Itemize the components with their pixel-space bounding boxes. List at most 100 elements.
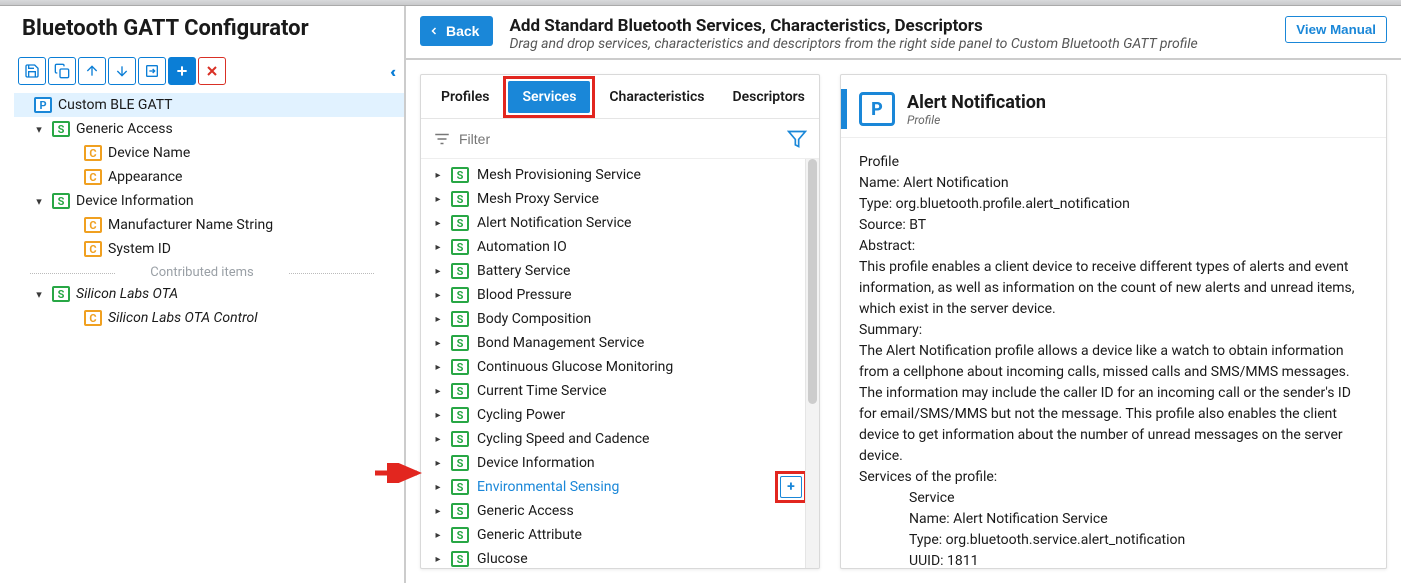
expand-icon: ▸ xyxy=(433,554,443,565)
service-item[interactable]: ▸SBody Composition xyxy=(421,307,819,331)
service-item[interactable]: ▸SGeneric Attribute xyxy=(421,523,819,547)
characteristic-icon: C xyxy=(84,241,102,257)
service-item[interactable]: ▸ S Bond Management Service xyxy=(421,331,819,355)
service-name: Body Composition xyxy=(477,311,591,327)
service-name: Current Time Service xyxy=(477,383,607,399)
service-name: Mesh Provisioning Service xyxy=(477,167,641,183)
service-item[interactable]: ▸ S Glucose xyxy=(421,547,819,568)
expand-icon: ▸ xyxy=(433,242,443,253)
page-title: Add Standard Bluetooth Services, Charact… xyxy=(509,16,1197,36)
service-name: Environmental Sensing xyxy=(477,479,619,495)
service-icon: S xyxy=(451,479,469,495)
tree-item-label: Device Information xyxy=(76,193,194,209)
move-up-icon-button[interactable] xyxy=(78,57,106,85)
move-down-icon-button[interactable] xyxy=(108,57,136,85)
service-icon: S xyxy=(451,335,469,351)
catalog-tabs: Profiles Services Characteristics Descri… xyxy=(421,75,819,119)
service-name: Glucose xyxy=(477,551,528,567)
tree-item[interactable]: ▸CManufacturer Name String xyxy=(14,213,404,237)
service-name: Device Information xyxy=(477,455,595,471)
expand-icon: ▸ xyxy=(433,458,443,469)
import-icon-button[interactable] xyxy=(138,57,166,85)
service-icon: S xyxy=(451,191,469,207)
service-icon: S xyxy=(451,551,469,567)
service-item[interactable]: ▸SGeneric Access xyxy=(421,499,819,523)
service-item[interactable]: ▸SMesh Provisioning Service xyxy=(421,163,819,187)
expand-icon: ▸ xyxy=(433,434,443,445)
service-name: Cycling Power xyxy=(477,407,565,423)
tree-item-label: Manufacturer Name String xyxy=(108,217,273,233)
detail-kind: Profile xyxy=(907,113,1046,127)
service-item[interactable]: ▸SAlert Notification Service xyxy=(421,211,819,235)
service-name: Generic Attribute xyxy=(477,527,582,543)
profile-icon: P xyxy=(34,97,52,113)
expand-icon: ▸ xyxy=(433,482,443,493)
tree-item[interactable]: ▾SGeneric Access xyxy=(14,117,404,141)
tree-item-label: Silicon Labs OTA xyxy=(76,286,178,302)
service-item[interactable]: ▸SAutomation IO xyxy=(421,235,819,259)
expand-icon: ▸ xyxy=(433,338,443,349)
service-item[interactable]: ▸SContinuous Glucose Monitoring xyxy=(421,355,819,379)
tree-item[interactable]: ▾SSilicon Labs OTA xyxy=(14,282,404,306)
page-subtitle: Drag and drop services, characteristics … xyxy=(509,36,1197,52)
back-button[interactable]: Back xyxy=(420,16,493,46)
service-name: Bond Management Service xyxy=(477,335,644,351)
service-item[interactable]: ▸SCycling Speed and Cadence xyxy=(421,427,819,451)
service-item[interactable]: ▸ S Mesh Proxy Service xyxy=(421,187,819,211)
service-item[interactable]: ▸SCycling Power xyxy=(421,403,819,427)
service-item[interactable]: ▸ S Environmental Sensing + xyxy=(421,475,819,499)
service-icon: S xyxy=(451,263,469,279)
characteristic-icon: C xyxy=(84,169,102,185)
tree-item[interactable]: ▾SDevice Information xyxy=(14,189,404,213)
tree-item-label: Silicon Labs OTA Control xyxy=(108,310,258,326)
add-service-button[interactable]: + xyxy=(780,476,802,498)
service-icon: S xyxy=(451,215,469,231)
service-icon: S xyxy=(451,239,469,255)
expand-icon: ▸ xyxy=(433,386,443,397)
delete-icon-button[interactable] xyxy=(198,57,226,85)
detail-panel: P Alert Notification Profile Profile Nam… xyxy=(840,74,1387,569)
service-name: Battery Service xyxy=(477,263,570,279)
tree-item-label: Custom BLE GATT xyxy=(58,97,173,113)
tree-item[interactable]: ▸CDevice Name xyxy=(14,141,404,165)
detail-title: Alert Notification xyxy=(907,92,1046,113)
service-item[interactable]: ▸SBlood Pressure xyxy=(421,283,819,307)
service-name: Alert Notification Service xyxy=(477,215,631,231)
gatt-tree-contributed: ▾SSilicon Labs OTA▸CSilicon Labs OTA Con… xyxy=(0,282,404,330)
scrollbar[interactable] xyxy=(805,159,819,568)
expand-icon: ▸ xyxy=(433,314,443,325)
services-list: ▸SMesh Provisioning Service▸SMesh Proxy … xyxy=(421,159,819,568)
service-item[interactable]: ▸ S Device Information xyxy=(421,451,819,475)
tree-item-label: Generic Access xyxy=(76,121,173,137)
tree-item[interactable]: ▸PCustom BLE GATT xyxy=(14,93,404,117)
tab-profiles[interactable]: Profiles xyxy=(427,75,503,119)
service-icon: S xyxy=(451,287,469,303)
funnel-icon[interactable] xyxy=(787,129,807,149)
filter-input[interactable] xyxy=(451,131,787,147)
copy-icon-button[interactable] xyxy=(48,57,76,85)
expand-icon: ▸ xyxy=(433,194,443,205)
service-icon: S xyxy=(451,431,469,447)
tab-services[interactable]: Services xyxy=(508,81,590,113)
service-item[interactable]: ▸ S Battery Service xyxy=(421,259,819,283)
view-manual-button[interactable]: View Manual xyxy=(1285,16,1387,43)
detail-body: Profile Name: Alert Notification Type: o… xyxy=(841,138,1386,568)
gatt-tree: ▸PCustom BLE GATT▾SGeneric Access▸CDevic… xyxy=(0,93,404,261)
service-icon: S xyxy=(52,286,70,302)
characteristic-icon: C xyxy=(84,217,102,233)
tab-descriptors[interactable]: Descriptors xyxy=(718,75,818,119)
main-header: Back Add Standard Bluetooth Services, Ch… xyxy=(406,6,1401,60)
collapse-sidebar-icon[interactable]: ‹‹ xyxy=(390,62,398,81)
tree-item[interactable]: ▸CSystem ID xyxy=(14,237,404,261)
tree-item[interactable]: ▸CSilicon Labs OTA Control xyxy=(14,306,404,330)
save-icon-button[interactable] xyxy=(18,57,46,85)
service-icon: S xyxy=(451,455,469,471)
add-icon-button[interactable] xyxy=(168,57,196,85)
service-name: Mesh Proxy Service xyxy=(477,191,599,207)
tree-item[interactable]: ▸CAppearance xyxy=(14,165,404,189)
service-icon: S xyxy=(451,503,469,519)
service-item[interactable]: ▸SCurrent Time Service xyxy=(421,379,819,403)
expand-icon: ▸ xyxy=(433,170,443,181)
tab-characteristics[interactable]: Characteristics xyxy=(595,75,718,119)
expand-icon: ▸ xyxy=(433,266,443,277)
